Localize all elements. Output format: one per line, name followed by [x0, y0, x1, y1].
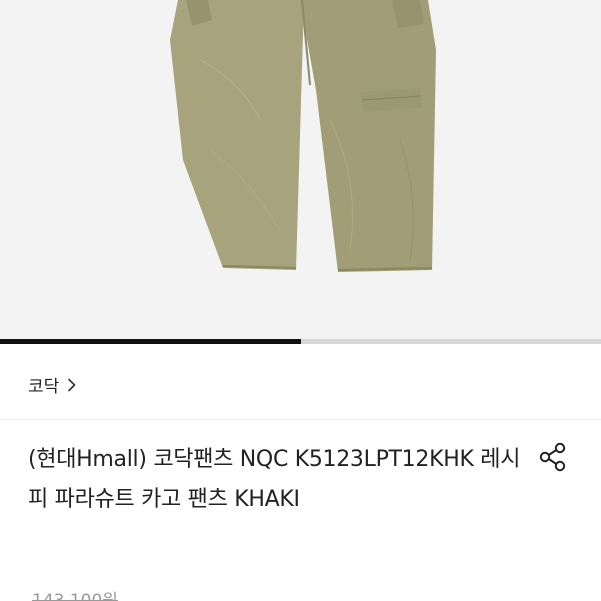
product-image-carousel[interactable]: [0, 0, 601, 339]
share-icon: [539, 442, 566, 472]
brand-name: 코닥: [28, 377, 60, 397]
product-title: (현대Hmall) 코닥팬츠 NQC K5123LPT12KHK 레시피 파라슈…: [28, 447, 521, 512]
original-price: 143,100원: [32, 591, 118, 601]
product-image: [0, 0, 601, 339]
brand-row: 코닥: [0, 344, 601, 420]
share-button[interactable]: [536, 440, 570, 474]
chevron-right-icon: [68, 378, 76, 391]
brand-link[interactable]: 코닥: [28, 372, 80, 397]
product-page: 코닥 (현대Hmall) 코닥팬츠 NQC K5123LPT12KHK 레시피 …: [0, 0, 601, 601]
